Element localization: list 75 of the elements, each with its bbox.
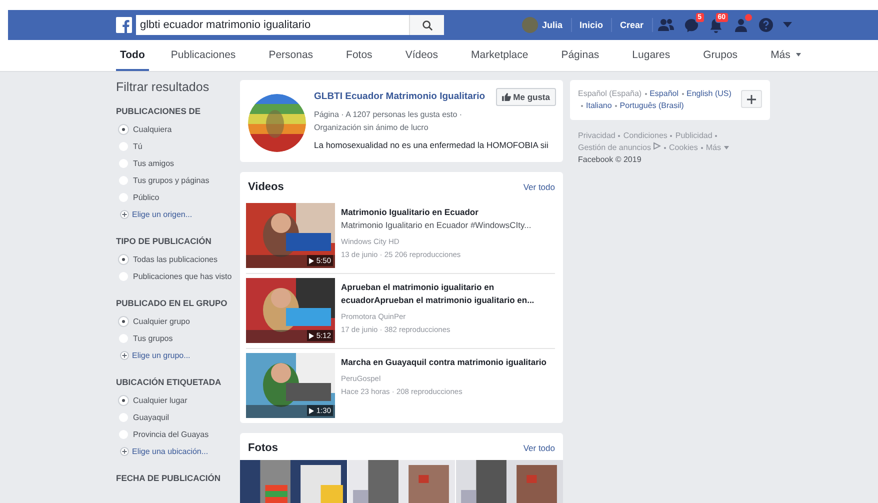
- nav-link[interactable]: Inicio: [572, 20, 612, 30]
- filter-option[interactable]: Tú: [116, 138, 240, 155]
- filter-option[interactable]: Publicaciones que has visto: [116, 268, 240, 285]
- language-link[interactable]: Español: [650, 89, 679, 98]
- plus-icon: [747, 94, 756, 104]
- language-link[interactable]: Italiano: [586, 101, 612, 110]
- filter-option[interactable]: Tus grupos: [116, 330, 240, 347]
- filter-option[interactable]: Tus amigos: [116, 155, 240, 172]
- logo-icon[interactable]: [116, 17, 132, 33]
- filter-title: Filtrar resultados: [116, 80, 210, 94]
- play-icon: [309, 258, 314, 264]
- dropdown-caret-icon[interactable]: [782, 22, 792, 28]
- search-button[interactable]: [409, 15, 444, 35]
- add-filter-link[interactable]: Elige una ubicación...: [116, 443, 240, 460]
- filter-option[interactable]: Público: [116, 189, 240, 206]
- play-icon: [309, 332, 314, 338]
- add-filter-link[interactable]: Elige un grupo...: [116, 347, 240, 364]
- filter-option[interactable]: Cualquier grupo: [116, 313, 240, 330]
- radio-button[interactable]: [119, 317, 128, 326]
- profile-link[interactable]: Julia: [522, 17, 571, 33]
- section-title: Videos: [248, 181, 284, 193]
- play-icon: [309, 408, 314, 414]
- radio-button[interactable]: [119, 125, 128, 134]
- like-button[interactable]: Me gusta: [496, 88, 556, 106]
- video-description: Matrimonio Igualitario en Ecuador #WindowsCIty...: [341, 219, 532, 232]
- copyright: Facebook © 2019: [577, 154, 642, 166]
- thumbs-up-icon: [502, 93, 512, 101]
- ad-choices-icon: [652, 142, 661, 150]
- search-tab[interactable]: Publicaciones: [160, 40, 247, 71]
- language-link[interactable]: Português (Brasil): [620, 101, 684, 110]
- caret-icon: [724, 146, 729, 150]
- see-all-link[interactable]: Ver todo: [523, 443, 555, 453]
- search-tab[interactable]: Más: [760, 40, 812, 71]
- video-title-link[interactable]: Matrimonio Igualitario en Ecuador: [341, 206, 556, 219]
- video-title-link[interactable]: Aprueban el matrimonio igualitario en ecuadorAprueban el matrimonio igualitario en...: [341, 281, 556, 307]
- filter-option[interactable]: Todas las publicaciones: [116, 251, 240, 268]
- plus-icon: [120, 351, 129, 360]
- section-title: Fotos: [248, 442, 278, 454]
- see-all-link[interactable]: Ver todo: [523, 182, 555, 192]
- page-name-link[interactable]: GLBTI Ecuador Matrimonio Igualitario: [314, 91, 486, 102]
- plus-icon: [120, 447, 129, 456]
- filter-heading: TIPO DE PUBLICACIÓN: [116, 236, 212, 246]
- search-tab[interactable]: Vídeos: [394, 40, 450, 71]
- page-details: Página · A 1207 personas les gusta esto · Organización sin ánimo de lucro: [314, 109, 464, 134]
- search-icon: [422, 20, 432, 30]
- nav-link[interactable]: Crear: [612, 20, 652, 30]
- search-tab[interactable]: Fotos: [335, 40, 384, 71]
- add-language-button[interactable]: [741, 90, 762, 108]
- filter-option[interactable]: Provincia del Guayas: [116, 426, 240, 443]
- search-tab[interactable]: Personas: [258, 40, 324, 71]
- friends-icon[interactable]: [658, 18, 674, 32]
- radio-button[interactable]: [119, 255, 128, 264]
- filter-heading: PUBLICACIONES DE: [116, 106, 202, 116]
- filter-option[interactable]: Cualquiera: [116, 121, 240, 138]
- radio-button[interactable]: [119, 396, 128, 405]
- plus-icon: [120, 210, 129, 219]
- person-icon[interactable]: [732, 18, 749, 32]
- messenger-icon[interactable]: [684, 18, 699, 32]
- page-description: La homosexualidad no es una enfermedad la HOMOFOBIA sii: [314, 140, 548, 150]
- add-filter-link[interactable]: Elige un origen...: [116, 206, 240, 223]
- caret-icon: [796, 52, 802, 56]
- search-tab[interactable]: Páginas: [550, 40, 610, 71]
- filter-heading: PUBLICADO EN EL GRUPO: [116, 298, 228, 308]
- help-icon[interactable]: [758, 18, 773, 32]
- page-avatar[interactable]: [248, 94, 306, 152]
- filter-option[interactable]: Tus grupos y páginas: [116, 172, 240, 189]
- filter-option[interactable]: Guayaquil: [116, 409, 240, 426]
- search-tab[interactable]: Lugares: [621, 40, 682, 71]
- filter-heading: FECHA DE PUBLICACIÓN: [116, 473, 222, 483]
- video-title-link[interactable]: Marcha en Guayaquil contra matrimonio igualitario: [341, 356, 556, 369]
- search-tab[interactable]: Marketplace: [460, 40, 540, 71]
- search-tab[interactable]: Grupos: [692, 40, 749, 71]
- filter-heading: UBICACIÓN ETIQUETADA: [116, 377, 222, 387]
- language-link[interactable]: English (US): [686, 89, 732, 98]
- filter-option[interactable]: Cualquier lugar: [116, 392, 240, 409]
